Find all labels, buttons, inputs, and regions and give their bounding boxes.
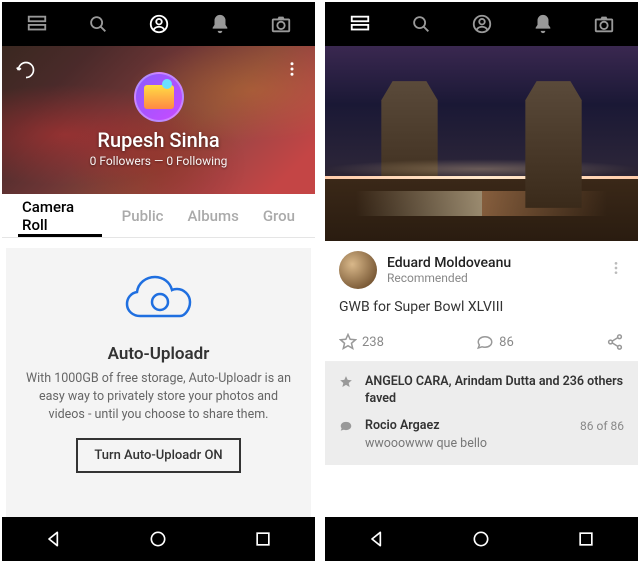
comment-activity-row[interactable]: Rocio Argaez 86 of 86 wwooowww que bello [339, 418, 624, 453]
profile-header: Rupesh Sinha 0 Followers — 0 Following [2, 46, 315, 194]
system-navbar [2, 517, 315, 561]
home-button[interactable] [106, 529, 210, 549]
follow-stats[interactable]: 0 Followers — 0 Following [90, 154, 228, 168]
fave-activity-text: ANGELO CARA, Arindam Dutta and 236 other… [365, 374, 623, 406]
nav-camera[interactable] [573, 2, 634, 46]
nav-feed[interactable] [6, 2, 67, 46]
comment-button[interactable]: 86 [476, 333, 514, 351]
tab-public[interactable]: Public [110, 194, 176, 237]
comment-pager: 86 of 86 [580, 418, 624, 435]
fave-count: 238 [362, 335, 384, 350]
nav-profile[interactable] [451, 2, 512, 46]
back-button[interactable] [2, 529, 106, 549]
comment-icon [339, 419, 355, 437]
promo-title: Auto-Uploadr [108, 344, 210, 364]
username: Rupesh Sinha [97, 128, 219, 152]
nav-profile[interactable] [128, 2, 189, 46]
fave-button[interactable]: 238 [339, 333, 384, 351]
system-navbar [325, 517, 638, 561]
refresh-icon[interactable] [16, 60, 36, 84]
post-more-icon[interactable] [608, 260, 624, 280]
post-title: GWB for Super Bowl XLVIII [325, 297, 638, 327]
topbar [325, 2, 638, 46]
auto-upload-promo: Auto-Uploadr With 1000GB of free storage… [6, 248, 311, 517]
nav-camera[interactable] [250, 2, 311, 46]
commenter-name: Rocio Argaez [365, 418, 440, 435]
tab-camera-roll[interactable]: Camera Roll [10, 194, 110, 237]
activity-section: ANGELO CARA, Arindam Dutta and 236 other… [325, 362, 638, 465]
topbar [2, 2, 315, 46]
feed-screen: Eduard Moldoveanu Recommended GWB for Su… [325, 2, 638, 561]
nav-notifications[interactable] [512, 2, 573, 46]
post-meta: Eduard Moldoveanu Recommended [325, 241, 638, 297]
author-name: Eduard Moldoveanu [387, 255, 598, 271]
nav-search[interactable] [67, 2, 128, 46]
post-image[interactable] [325, 46, 638, 241]
comment-body: wwooowww que bello [365, 436, 624, 453]
fave-activity-row[interactable]: ANGELO CARA, Arindam Dutta and 236 other… [339, 374, 624, 408]
nav-search[interactable] [390, 2, 451, 46]
comment-count: 86 [499, 335, 514, 350]
share-button[interactable] [606, 333, 624, 351]
profile-screen: Rupesh Sinha 0 Followers — 0 Following C… [2, 2, 315, 561]
tab-albums[interactable]: Albums [175, 194, 250, 237]
tab-groups[interactable]: Grou [251, 194, 307, 237]
turn-on-autoupload-button[interactable]: Turn Auto-Uploadr ON [76, 438, 240, 473]
engagement-bar: 238 86 [325, 327, 638, 362]
promo-description: With 1000GB of free storage, Auto-Upload… [26, 370, 291, 424]
cloud-upload-icon [122, 272, 196, 330]
author-avatar[interactable] [339, 251, 377, 289]
nav-feed[interactable] [329, 2, 390, 46]
more-icon[interactable] [283, 60, 301, 82]
back-button[interactable] [325, 529, 429, 549]
star-icon [339, 375, 355, 393]
author-block[interactable]: Eduard Moldoveanu Recommended [387, 255, 598, 285]
recent-apps-button[interactable] [534, 529, 638, 549]
profile-tabs: Camera Roll Public Albums Grou [2, 194, 315, 238]
recent-apps-button[interactable] [211, 529, 315, 549]
nav-notifications[interactable] [189, 2, 250, 46]
home-button[interactable] [429, 529, 533, 549]
avatar[interactable] [134, 72, 184, 122]
recommended-label: Recommended [387, 271, 598, 285]
